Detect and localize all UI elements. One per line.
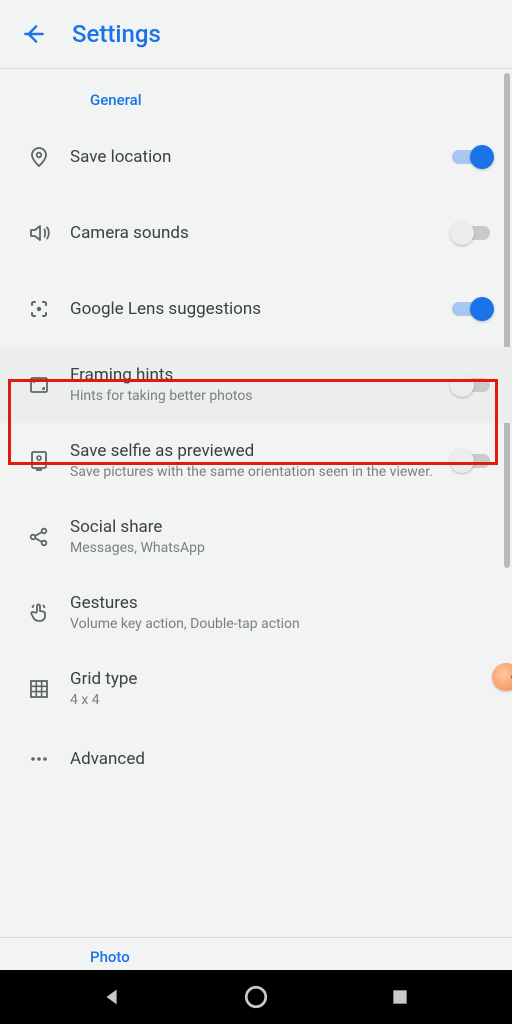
section-divider bbox=[0, 937, 512, 938]
android-nav-bar bbox=[0, 970, 512, 1024]
setting-google-lens[interactable]: Google Lens suggestions bbox=[0, 271, 512, 347]
settings-content: General Save location Camera sounds bbox=[0, 69, 512, 971]
nav-recents-button[interactable] bbox=[370, 977, 430, 1017]
setting-save-selfie[interactable]: Save selfie as previewed Save pictures w… bbox=[0, 423, 512, 499]
setting-label: Framing hints bbox=[70, 365, 440, 385]
setting-framing-hints[interactable]: Framing hints Hints for taking better ph… bbox=[0, 347, 512, 423]
nav-home-button[interactable] bbox=[226, 977, 286, 1017]
arrow-back-icon bbox=[21, 21, 47, 47]
setting-sublabel: 4 x 4 bbox=[70, 691, 482, 710]
triangle-back-icon bbox=[101, 986, 123, 1008]
setting-sublabel: Save pictures with the same orientation … bbox=[70, 463, 440, 482]
setting-label: Save selfie as previewed bbox=[70, 441, 440, 461]
floating-bubble[interactable] bbox=[492, 663, 512, 691]
setting-social-share[interactable]: Social share Messages, WhatsApp bbox=[0, 499, 512, 575]
setting-save-location[interactable]: Save location bbox=[0, 119, 512, 195]
app-bar: Settings bbox=[0, 0, 512, 68]
setting-label: Advanced bbox=[70, 749, 482, 769]
setting-sublabel: Hints for taking better photos bbox=[70, 387, 440, 406]
page-title: Settings bbox=[72, 20, 161, 48]
toggle-save-location[interactable] bbox=[452, 145, 494, 169]
toggle-google-lens[interactable] bbox=[452, 297, 494, 321]
setting-label: Grid type bbox=[70, 669, 482, 689]
gesture-icon bbox=[8, 601, 70, 625]
setting-grid-type[interactable]: Grid type 4 x 4 bbox=[0, 651, 512, 727]
setting-gestures[interactable]: Gestures Volume key action, Double-tap a… bbox=[0, 575, 512, 651]
lens-icon bbox=[8, 297, 70, 321]
setting-advanced[interactable]: Advanced bbox=[0, 727, 512, 791]
square-recents-icon bbox=[390, 987, 410, 1007]
nav-back-button[interactable] bbox=[82, 977, 142, 1017]
framing-icon bbox=[8, 373, 70, 397]
section-header-general: General bbox=[0, 69, 512, 119]
back-button[interactable] bbox=[20, 20, 48, 48]
toggle-camera-sounds[interactable] bbox=[452, 221, 494, 245]
setting-label: Gestures bbox=[70, 593, 482, 613]
selfie-icon bbox=[8, 449, 70, 473]
setting-label: Social share bbox=[70, 517, 482, 537]
grid-icon bbox=[8, 677, 70, 701]
volume-icon bbox=[8, 221, 70, 245]
setting-sublabel: Messages, WhatsApp bbox=[70, 539, 482, 558]
circle-home-icon bbox=[243, 984, 269, 1010]
toggle-save-selfie[interactable] bbox=[452, 449, 494, 473]
setting-label: Camera sounds bbox=[70, 223, 440, 243]
setting-sublabel: Volume key action, Double-tap action bbox=[70, 615, 482, 634]
setting-label: Save location bbox=[70, 147, 440, 167]
toggle-framing-hints[interactable] bbox=[452, 373, 494, 397]
location-pin-icon bbox=[8, 145, 70, 169]
section-header-photo: Photo bbox=[90, 948, 130, 966]
more-icon bbox=[8, 747, 70, 771]
setting-camera-sounds[interactable]: Camera sounds bbox=[0, 195, 512, 271]
setting-label: Google Lens suggestions bbox=[70, 299, 440, 319]
share-icon bbox=[8, 525, 70, 549]
phone-frame: Settings General Save location Camera so… bbox=[0, 0, 512, 1024]
